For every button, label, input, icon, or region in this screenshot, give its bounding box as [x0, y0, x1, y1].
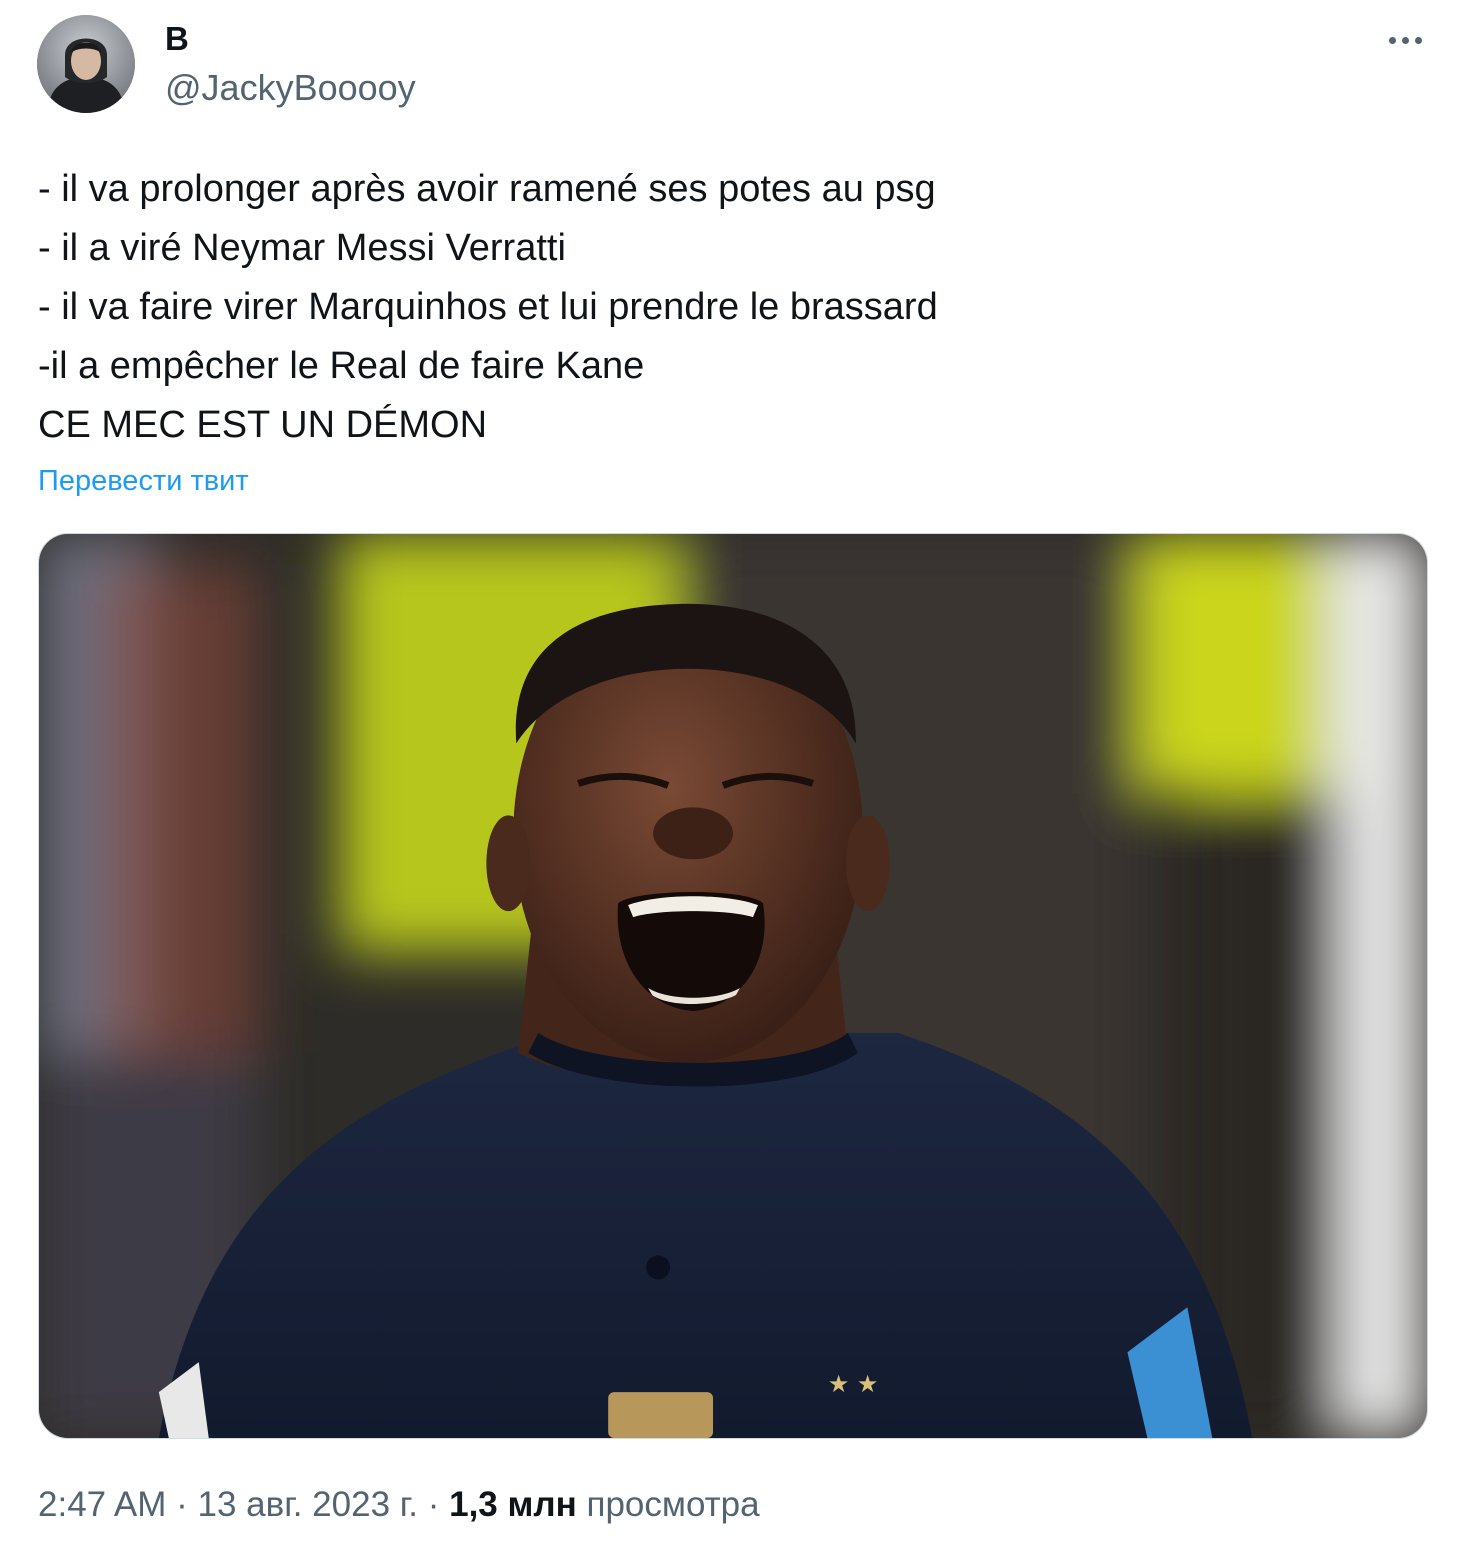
more-options-button[interactable]: [1380, 22, 1430, 58]
views-count: 1,3 млн: [449, 1485, 577, 1524]
tweet-text-line: - il va prolonger après avoir ramené ses…: [38, 168, 936, 210]
tweet-text-line: - il a viré Neymar Messi Verratti: [38, 227, 566, 269]
avatar[interactable]: [37, 15, 135, 113]
svg-text:★ ★: ★ ★: [828, 1370, 879, 1398]
ellipsis-icon: [1388, 36, 1396, 44]
author-handle[interactable]: @JackyBooooy: [165, 66, 416, 110]
meta-separator: ·: [166, 1485, 198, 1524]
photo-image: ★ ★: [39, 534, 1427, 1438]
ellipsis-icon: [1414, 36, 1422, 44]
tweet-date[interactable]: 13 авг. 2023 г.: [198, 1485, 418, 1524]
meta-separator: ·: [418, 1485, 450, 1524]
tweet-text-line: - il va faire virer Marquinhos et lui pr…: [38, 286, 938, 328]
tweet-time[interactable]: 2:47 AM: [38, 1485, 166, 1524]
tweet-text-line: -il a empêcher le Real de faire Kane: [38, 345, 645, 387]
tweet-text-line: CE MEC EST UN DÉMON: [38, 404, 488, 446]
tweet-media-photo[interactable]: ★ ★: [38, 533, 1428, 1439]
avatar-image: [37, 15, 135, 113]
views-label: просмотра: [586, 1485, 760, 1524]
ellipsis-icon: [1401, 36, 1409, 44]
tweet-meta: 2:47 AM · 13 авг. 2023 г. · 1,3 млн прос…: [38, 1482, 760, 1528]
tweet-card: B @JackyBooooy - il va prolonger après a…: [0, 0, 1460, 1546]
author-display-name[interactable]: B: [165, 18, 189, 60]
tweet-text: - il va prolonger après avoir ramené ses…: [38, 160, 1418, 455]
translate-tweet-link[interactable]: Перевести твит: [38, 461, 249, 501]
